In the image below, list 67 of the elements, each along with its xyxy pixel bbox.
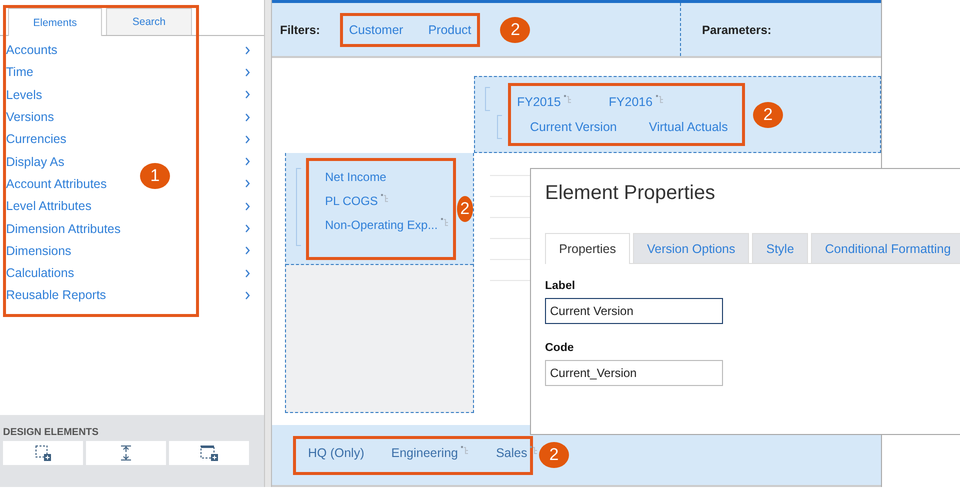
element-category[interactable]: Time bbox=[6, 65, 34, 80]
chevron-right-icon bbox=[245, 224, 250, 234]
chevron-right-icon bbox=[245, 68, 250, 77]
filter-item[interactable]: Product bbox=[428, 22, 472, 36]
row-item[interactable]: Non-Operating Exp... bbox=[325, 218, 449, 232]
element-category[interactable]: Calculations bbox=[6, 266, 74, 280]
design-element-button[interactable] bbox=[86, 441, 166, 465]
filter-item[interactable]: Customer bbox=[349, 22, 404, 36]
element-category[interactable]: Account Attributes bbox=[6, 176, 107, 191]
page-filter-item[interactable]: Sales bbox=[496, 446, 538, 460]
callout-badge: 2 bbox=[539, 442, 569, 468]
hierarchy-icon bbox=[440, 218, 449, 226]
column-item[interactable]: Virtual Actuals bbox=[648, 120, 728, 134]
chevron-right-icon bbox=[245, 90, 250, 100]
element-category[interactable]: Dimension Attributes bbox=[6, 222, 121, 236]
row-item[interactable]: PL COGS bbox=[325, 194, 449, 208]
hierarchy-icon bbox=[460, 446, 469, 454]
chevron-right-icon bbox=[245, 268, 250, 278]
element-category[interactable]: Display As bbox=[6, 154, 64, 169]
dialog-tab[interactable]: Style bbox=[752, 233, 808, 263]
callout-badge: 2 bbox=[500, 16, 530, 42]
chevron-right-icon bbox=[245, 157, 250, 166]
page-filter-item[interactable]: HQ (Only) bbox=[308, 446, 364, 460]
column-item[interactable]: Current Version bbox=[530, 120, 617, 134]
panel-tab[interactable]: Elements bbox=[8, 8, 102, 36]
chevron-right-icon bbox=[245, 46, 250, 55]
add-box-icon bbox=[35, 445, 51, 461]
chevron-right-icon bbox=[245, 202, 250, 211]
design-element-button[interactable] bbox=[3, 441, 83, 465]
dialog-tab[interactable]: Version Options bbox=[632, 233, 750, 263]
spacing-icon bbox=[120, 445, 132, 461]
element-category[interactable]: Versions bbox=[6, 110, 54, 124]
element-category[interactable]: Dimensions bbox=[6, 244, 72, 258]
design-element-button[interactable] bbox=[169, 441, 249, 465]
filters-label: Filters: bbox=[280, 22, 320, 36]
chevron-right-icon bbox=[245, 134, 250, 144]
chevron-right-icon bbox=[245, 112, 250, 122]
element-category[interactable]: Accounts bbox=[6, 43, 58, 58]
add-panel-icon bbox=[200, 445, 218, 461]
callout-badge: 2 bbox=[753, 102, 783, 128]
dialog-tab[interactable]: Properties bbox=[545, 233, 630, 264]
parameters-label: Parameters: bbox=[702, 22, 772, 36]
element-category[interactable]: Currencies bbox=[6, 132, 66, 146]
field-label: Code bbox=[545, 342, 575, 354]
hierarchy-icon bbox=[656, 95, 664, 104]
chevron-right-icon bbox=[245, 179, 250, 188]
callout-badge: 2 bbox=[456, 196, 473, 222]
hierarchy-icon bbox=[380, 194, 389, 202]
row-item[interactable]: Net Income bbox=[325, 170, 449, 184]
element-category[interactable]: Reusable Reports bbox=[6, 288, 106, 302]
hierarchy-icon bbox=[564, 95, 572, 104]
page-filter-item[interactable]: Engineering bbox=[391, 446, 469, 460]
dialog-title: Element Properties bbox=[545, 182, 716, 205]
dialog-tab[interactable]: Conditional Formatting bbox=[811, 233, 960, 263]
hierarchy-icon bbox=[530, 446, 538, 454]
column-item[interactable]: FY2015 bbox=[517, 95, 572, 110]
chevron-right-icon bbox=[245, 246, 250, 256]
column-item[interactable]: FY2016 bbox=[608, 95, 664, 110]
callout-badge: 1 bbox=[140, 163, 170, 189]
panel-tab[interactable]: Search bbox=[106, 8, 192, 35]
chevron-right-icon bbox=[245, 290, 250, 300]
text-field[interactable]: Current_Version bbox=[545, 360, 723, 386]
field-label: Label bbox=[545, 280, 576, 292]
text-field[interactable]: Current Version bbox=[545, 298, 723, 324]
element-category[interactable]: Levels bbox=[6, 88, 42, 102]
section-title: DESIGN ELEMENTS bbox=[3, 427, 100, 438]
element-category[interactable]: Level Attributes bbox=[6, 199, 92, 214]
